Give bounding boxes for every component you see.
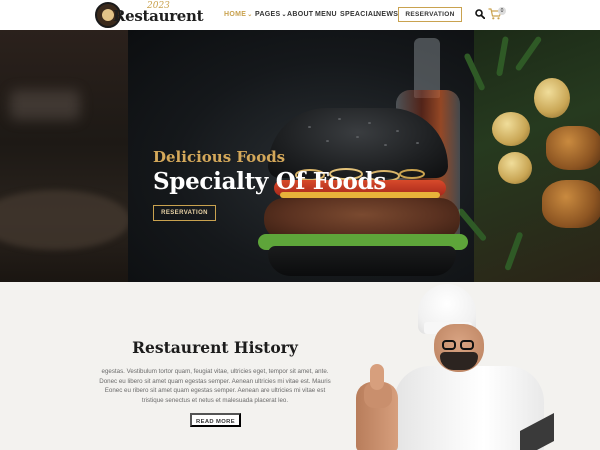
nav-item-about[interactable]: ABOUT	[287, 11, 313, 18]
hero-reservation-button[interactable]: RESERVATION	[153, 205, 216, 221]
search-icon[interactable]	[475, 9, 485, 19]
history-body-line: egestas. Vestibulum tortor quam, feugiat…	[101, 368, 329, 375]
site-header: Restaurent 2023 HOME⌄ PAGES⌄ ABOUT MENU …	[0, 0, 600, 30]
chevron-down-icon: ⌄	[247, 12, 253, 18]
nav-item-speacial[interactable]: SPEACIAL	[340, 11, 378, 18]
nav-item-news[interactable]: NEWS	[376, 11, 398, 18]
history-body-line: tristique senectus et netus et malesuada…	[141, 396, 289, 404]
nav-item-pages[interactable]: PAGES⌄	[255, 11, 287, 18]
logo-script-text: 2023	[147, 1, 170, 11]
hero-right-photo	[456, 30, 600, 282]
hero-title: Specialty Of Foods	[153, 168, 387, 195]
history-body-line: Eonec eu ribero sit amet quam egestas se…	[104, 387, 326, 394]
hero-subtitle: Delicious Foods	[153, 148, 286, 166]
read-more-button[interactable]: READ MORE	[190, 413, 241, 427]
history-body: egestas. Vestibulum tortor quam, feugiat…	[92, 367, 338, 405]
reservation-button[interactable]: RESERVATION	[398, 7, 462, 22]
nav-item-menu[interactable]: MENU	[315, 11, 337, 18]
site-logo[interactable]: Restaurent 2023	[95, 1, 204, 28]
hero-banner: Delicious Foods Specialty Of Foods RESER…	[0, 30, 600, 282]
history-body-line: Donec eu libero sit amet quam egestas se…	[99, 377, 331, 385]
chef-photo	[352, 282, 582, 450]
nav-item-home[interactable]: HOME⌄	[224, 11, 253, 18]
hero-left-photo	[0, 30, 130, 282]
cart-count-badge: 0	[498, 7, 506, 15]
